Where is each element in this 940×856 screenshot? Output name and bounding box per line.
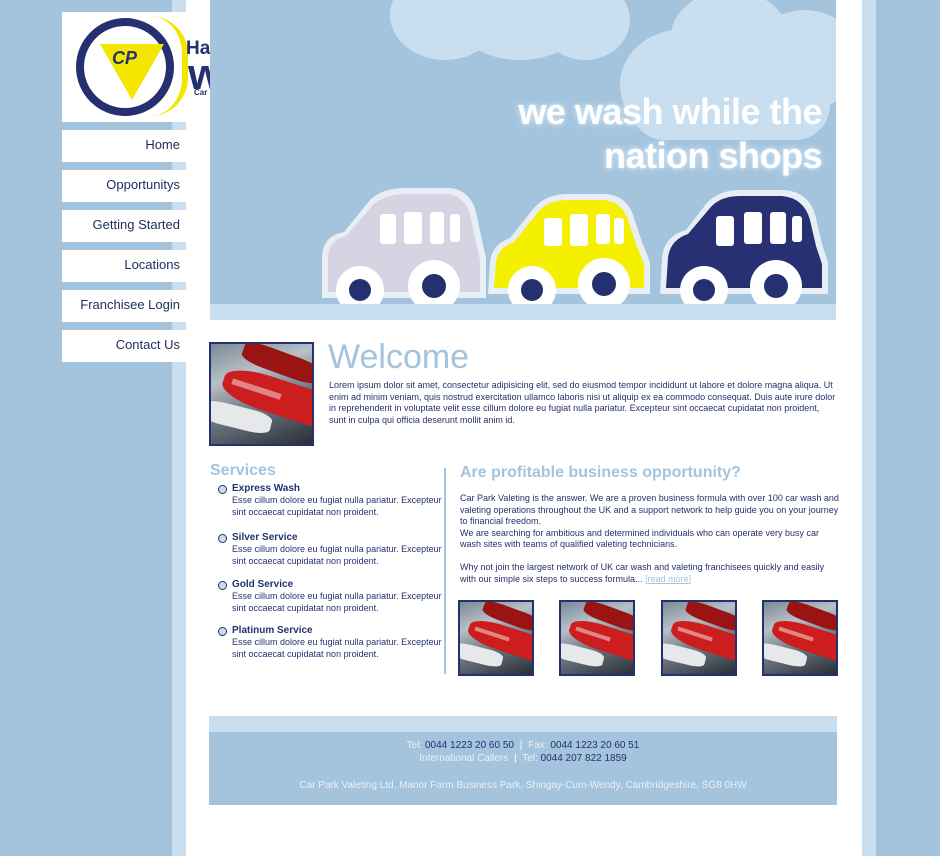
service-desc: Esse cillum dolore eu fugiat nulla paria…	[232, 544, 442, 566]
gallery-thumb[interactable]	[559, 600, 635, 676]
nav-item-contact-us[interactable]: Contact Us	[62, 330, 188, 362]
nav-item-franchisee-login[interactable]: Franchisee Login	[62, 290, 188, 322]
fax-number: 0044 1223 20 60 51	[550, 740, 640, 751]
bullet-icon	[218, 581, 227, 590]
bullet-icon	[218, 534, 227, 543]
opportunity-paragraph: Why not join the largest network of UK c…	[460, 562, 825, 584]
footer-top-strip	[209, 716, 837, 732]
footer: Tel: 0044 1223 20 60 50 | Fax: 0044 1223…	[209, 732, 837, 805]
opportunity-text: Car Park Valeting is the answer. We are …	[460, 493, 840, 585]
bullet-icon	[218, 627, 227, 636]
logo-initials: CP	[112, 48, 138, 68]
service-name: Silver Service	[232, 532, 298, 543]
service-name: Gold Service	[232, 579, 294, 590]
service-name: Express Wash	[232, 483, 300, 494]
hero-base-strip	[210, 304, 836, 320]
tel-label: Tel:	[406, 740, 423, 751]
intl-label: International Callers	[419, 753, 509, 764]
car-lavender	[322, 188, 486, 314]
left-stripe	[172, 0, 186, 856]
right-stripe	[862, 0, 876, 856]
read-more-link[interactable]: [read more]	[645, 574, 691, 584]
sidebar-nav: Home Opportunitys Getting Started Locati…	[62, 130, 188, 370]
nav-item-opportunitys[interactable]: Opportunitys	[62, 170, 188, 202]
opportunity-title: Are profitable business opportunity?	[460, 464, 741, 481]
service-name: Platinum Service	[232, 625, 313, 636]
intl-tel-label: Tel:	[522, 753, 538, 764]
nav-item-home[interactable]: Home	[62, 130, 188, 162]
fax-label: Fax:	[528, 740, 548, 751]
car-yellow	[488, 194, 650, 314]
tel-number[interactable]: 0044 1223 20 60 50	[425, 740, 514, 751]
separator: |	[513, 753, 517, 764]
bullet-icon	[218, 485, 227, 494]
service-desc: Esse cillum dolore eu fugiat nulla paria…	[232, 495, 442, 517]
gallery-thumb[interactable]	[762, 600, 838, 676]
intl-tel-number[interactable]: 0044 207 822 1859	[541, 753, 627, 764]
welcome-photo	[209, 342, 314, 446]
welcome-text: Lorem ipsum dolor sit amet, consectetur …	[329, 380, 836, 425]
services-title: Services	[210, 462, 276, 479]
welcome-title: Welcome	[328, 338, 470, 376]
footer-intl-line: International Callers | Tel: 0044 207 82…	[209, 753, 837, 764]
separator: |	[519, 740, 523, 751]
footer-contact-line: Tel: 0044 1223 20 60 50 | Fax: 0044 1223…	[209, 740, 837, 751]
gallery-thumb[interactable]	[661, 600, 737, 676]
gallery-thumb[interactable]	[458, 600, 534, 676]
footer-address: Car Park Valeting Ltd, Manor Farm Busine…	[299, 780, 747, 791]
car-navy	[660, 190, 828, 314]
column-divider	[444, 468, 446, 674]
service-desc: Esse cillum dolore eu fugiat nulla paria…	[232, 637, 442, 659]
nav-item-locations[interactable]: Locations	[62, 250, 188, 282]
opportunity-paragraph: Car Park Valeting is the answer. We are …	[460, 493, 839, 526]
opportunity-paragraph: We are searching for ambitious and deter…	[460, 527, 820, 550]
service-desc: Esse cillum dolore eu fugiat nulla paria…	[232, 591, 442, 613]
hero-banner: we wash while the nation shops	[210, 0, 836, 320]
nav-item-getting-started[interactable]: Getting Started	[62, 210, 188, 242]
cartoon-cars	[322, 188, 828, 314]
